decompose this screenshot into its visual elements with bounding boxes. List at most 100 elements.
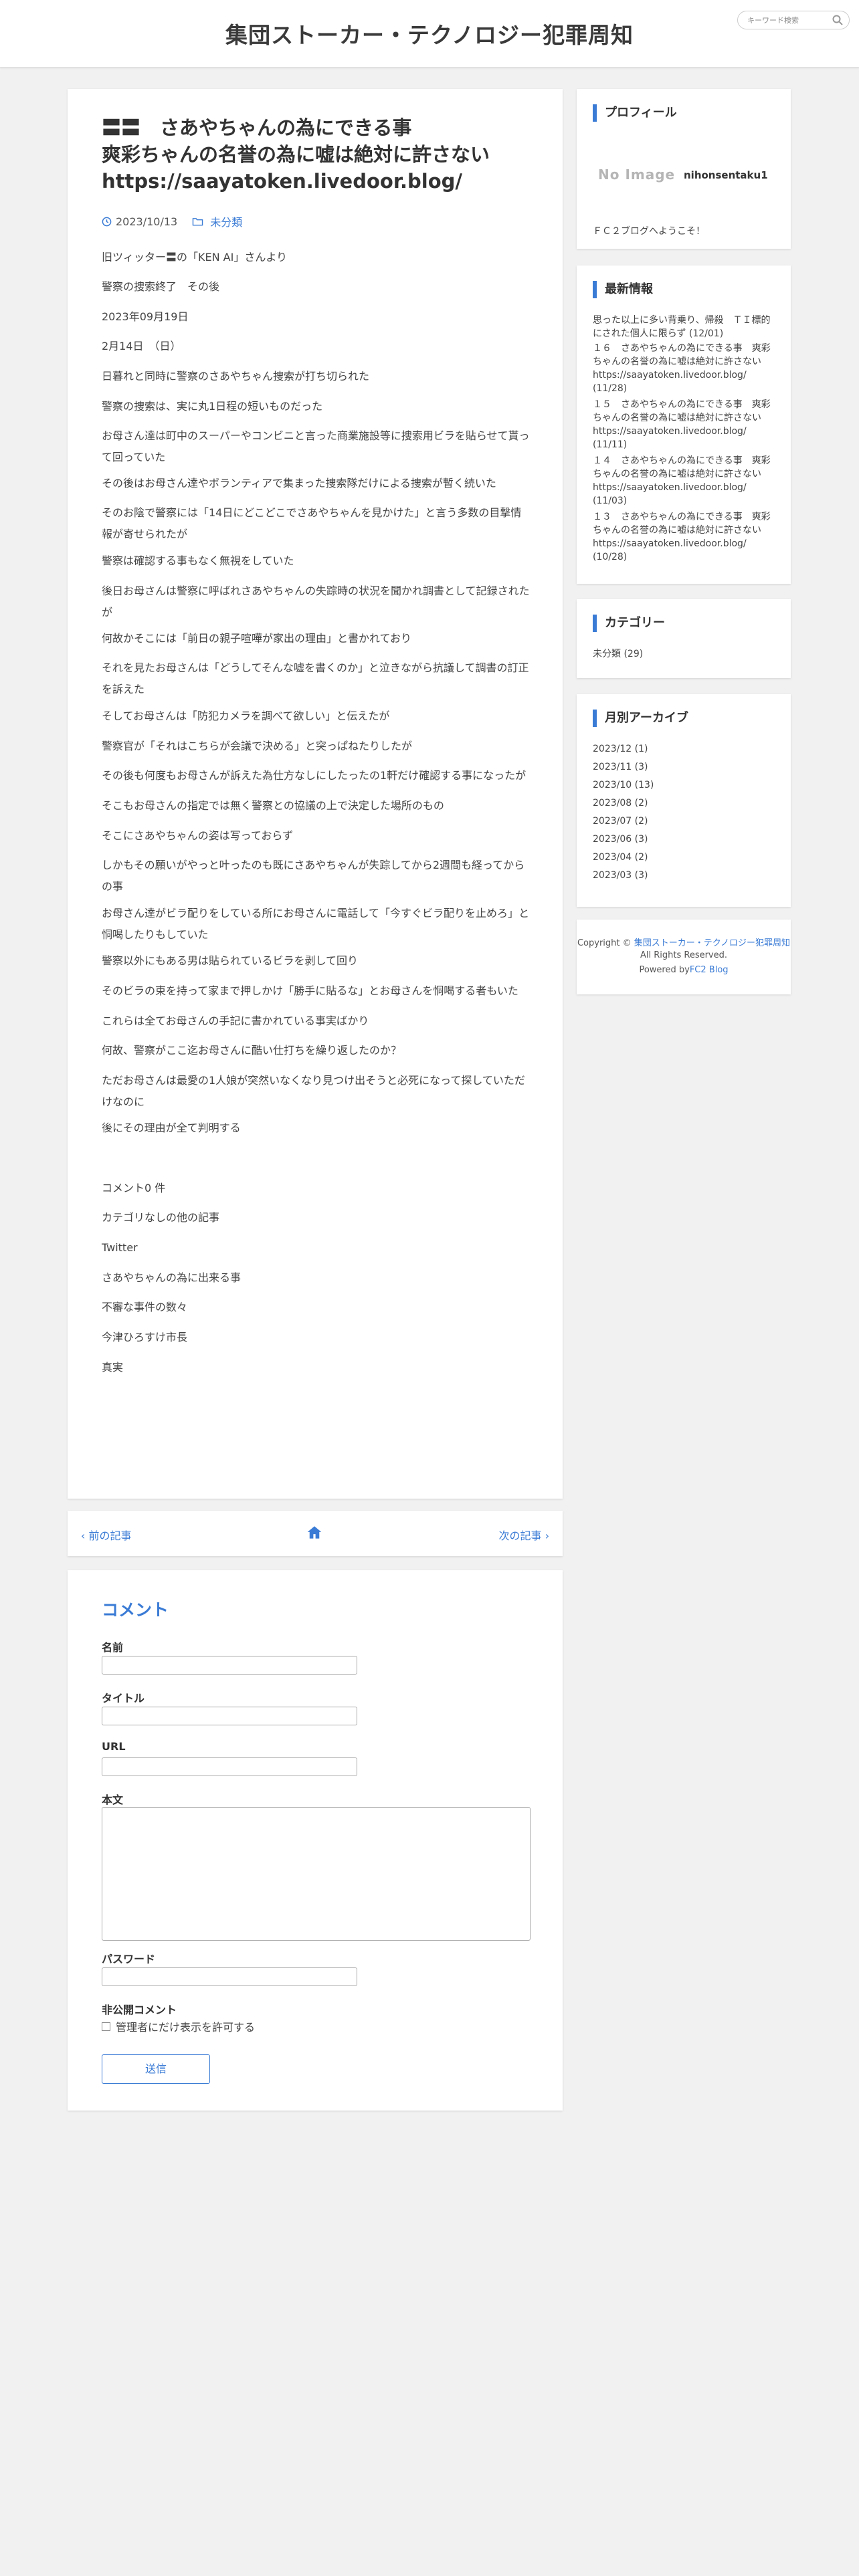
post-title-line: https://saayatoken.livedoor.blog/ [102,170,462,193]
latest-item[interactable]: １３ さあやちゃんの為にできる事 爽彩ちゃんの名誉の為に嘘は絶対に許さないhtt… [593,510,773,564]
secret-label: 非公開コメント [102,2004,177,2016]
article-card: 〓〓 さあやちゃんの為にできる事 爽彩ちゃんの名誉の為に嘘は絶対に許さない ht… [68,89,563,1499]
fc2-blog-link[interactable]: FC2 Blog [690,965,729,975]
clock-icon [102,217,112,226]
url-label: URL [102,1740,126,1753]
next-post-link[interactable]: 次の記事 › [498,1527,549,1543]
related-link[interactable]: 真実 [102,1357,530,1378]
category-item[interactable]: 未分類 (29) [593,647,773,661]
home-icon[interactable] [306,1524,323,1544]
related-link[interactable]: さあやちゃんの為に出来る事 [102,1267,530,1289]
archive-item[interactable]: 2023/04 (2) [593,851,773,864]
post-paragraph: それを見たお母さんは「どうしてそんな嘘を書くのか」と泣きながら抗議して調書の訂正… [102,661,529,695]
post-paragraph: お母さん達は町中のスーパーやコンビニと言った商業施設等に捜索用ビラを貼らせて貰っ… [102,429,530,463]
post-paragraph: 警察官が「それはこちらが会議で決める」と突っぱねたりしたが [102,740,413,752]
post-paragraph: 警察は確認する事もなく無視をしていた [102,554,294,567]
latest-item[interactable]: １６ さあやちゃんの為にできる事 爽彩ちゃんの名誉の為に嘘は絶対に許さないhtt… [593,342,773,395]
post-paragraph: 警察の捜索は、実に丸1日程の短いものだった [102,400,323,413]
post-paragraph: しかもその願いがやっと叶ったのも既にさあやちゃんが失踪してから2週間も経ってから… [102,859,525,893]
archive-item[interactable]: 2023/06 (3) [593,833,773,846]
post-paragraph: 何故、警察がここ迄お母さんに酷い仕打ちを繰り返したのか？ [102,1044,402,1057]
comment-form-card: コメント 名前 タイトル URL 本文 パスワード 非公開コメント 管理者にだけ… [68,1570,563,2111]
latest-item[interactable]: １４ さあやちゃんの為にできる事 爽彩ちゃんの名誉の為に嘘は絶対に許さないhtt… [593,454,773,508]
copyright-prefix: Copyright © [577,938,632,948]
name-input[interactable] [102,1656,357,1675]
search-box[interactable] [737,11,850,29]
archives-widget: 月別アーカイブ 2023/12 (1) 2023/11 (3) 2023/10 … [577,694,791,907]
avatar: No Image [598,167,676,183]
post-title-line: 〓〓 さあやちゃんの為にできる事 [102,116,412,139]
related-heading: カテゴリなしの他の記事 [102,1211,220,1224]
post-paragraph: 警察の捜索終了 その後 [102,280,220,293]
prev-post-label: 前の記事 [88,1529,132,1542]
site-title[interactable]: 集団ストーカー・テクノロジー犯罪周知 [0,17,859,49]
archive-item[interactable]: 2023/07 (2) [593,815,773,828]
rights-line: All Rights Reserved. [640,950,728,960]
subject-label: タイトル [102,1692,145,1705]
post-meta: 2023/10/13 未分類 [102,213,242,229]
archive-item[interactable]: 2023/08 (2) [593,796,773,810]
latest-posts-widget: 最新情報 思った以上に多い背乗り、帰殺 ＴＩ標的にされた個人に限らず (12/0… [577,265,791,584]
post-paragraph: お母さん達がビラ配りをしている所にお母さんに電話して「今すぐビラ配りを止めろ」と… [102,907,530,941]
post-paragraph: 警察以外にもある男は貼られているビラを剥して回り [102,954,359,967]
latest-title: 最新情報 [593,281,653,298]
name-label: 名前 [102,1641,124,1654]
subject-input[interactable] [102,1707,357,1725]
related-link[interactable]: Twitter [102,1237,530,1259]
post-category-link[interactable]: 未分類 [210,213,242,229]
post-paragraph: そしてお母さんは「防犯カメラを調べて欲しい」と伝えたが [102,710,390,722]
post-paragraph: ただお母さんは最愛の1人娘が突然いなくなり見つけ出そうと必死になって探していただ… [102,1074,525,1108]
profile-widget: プロフィール No Image nihonsentaku1 ＦＣ２ブログへようこ… [577,89,791,249]
post-title: 〓〓 さあやちゃんの為にできる事 爽彩ちゃんの名誉の為に嘘は絶対に許さない ht… [102,114,530,195]
post-paragraph: そのビラの束を持って家まで押しかけ「勝手に貼るな」とお母さんを恫喝する者もいた [102,984,518,997]
categories-widget: カテゴリー 未分類 (29) [577,599,791,678]
chevron-right-icon: › [545,1529,549,1542]
latest-item[interactable]: 思った以上に多い背乗り、帰殺 ＴＩ標的にされた個人に限らず (12/01) [593,314,773,340]
comment-form-title: コメント [102,1600,169,1620]
footer-widget: Copyright © 集団ストーカー・テクノロジー犯罪周知 All Right… [577,920,791,994]
prev-post-link[interactable]: ‹ 前の記事 [81,1527,132,1543]
archive-item[interactable]: 2023/11 (3) [593,760,773,774]
profile-description: ＦＣ２ブログへようこそ！ [593,226,705,237]
profile-title: プロフィール [593,104,677,122]
post-paragraph: 後日お母さんは警察に呼ばれさあやちゃんの失踪時の状況を聞かれ調書として記録された… [102,584,530,619]
post-paragraph: 2月14日 （日） [102,340,181,352]
comment-body-textarea[interactable] [102,1807,531,1941]
url-input[interactable] [102,1757,357,1776]
post-paragraph: そこにさあやちゃんの姿は写っておらず [102,829,294,842]
post-paragraph: そのお陰で警察には「14日にどこどこでさあやちゃんを見かけた」と言う多数の目撃情… [102,506,522,540]
search-input[interactable] [746,13,828,27]
copyright-site-link[interactable]: 集団ストーカー・テクノロジー犯罪周知 [634,938,790,948]
latest-item[interactable]: １５ さあやちゃんの為にできる事 爽彩ちゃんの名誉の為に嘘は絶対に許さないhtt… [593,398,773,451]
post-paragraph: その後はお母さん達やボランティアで集まった捜索隊だけによる捜索が暫く続いた [102,477,496,490]
post-date: 2023/10/13 [116,215,178,228]
post-navigation: ‹ 前の記事 次の記事 › [68,1511,563,1556]
powered-prefix: Powered by [639,965,690,975]
search-icon[interactable] [832,14,844,26]
archives-title: 月別アーカイブ [593,710,688,727]
post-paragraph: 日暮れと同時に警察のさあやちゃん捜索が打ち切られた [102,370,370,383]
post-paragraph: そこもお母さんの指定では無く警察との協議の上で決定した場所のもの [102,799,444,812]
password-input[interactable] [102,1967,357,1986]
post-paragraph: 2023年09月19日 [102,310,189,323]
archive-item[interactable]: 2023/10 (13) [593,778,773,792]
related-link[interactable]: 今津ひろすけ市長 [102,1327,530,1348]
archive-item[interactable]: 2023/12 (1) [593,742,773,756]
archive-item[interactable]: 2023/03 (3) [593,869,773,882]
folder-icon [192,217,203,225]
categories-title: カテゴリー [593,615,665,632]
chevron-left-icon: ‹ [81,1529,86,1542]
secret-checkbox-row[interactable]: 管理者にだけ表示を許可する [102,2018,255,2034]
post-paragraph: 何故かそこには「前日の親子喧嘩が家出の理由」と書かれており [102,632,412,645]
post-paragraph: これらは全てお母さんの手記に書かれている事実ばかり [102,1014,369,1027]
powered-line: Powered byFC2 Blog [577,965,791,975]
secret-checkbox[interactable] [102,2022,110,2031]
post-paragraph: その後も何度もお母さんが訴えた為仕方なしにしたったの1軒だけ確認する事になったが [102,769,527,782]
related-link[interactable]: 不審な事件の数々 [102,1297,530,1318]
post-paragraph: 後にその理由が全て判明する [102,1121,241,1134]
post-paragraph: 旧ツィッター〓の「KEN AI」さんより [102,251,288,263]
submit-button[interactable]: 送信 [102,2054,210,2084]
profile-name: nihonsentaku1 [684,169,768,181]
copyright-line: Copyright © 集団ストーカー・テクノロジー犯罪周知 [577,936,791,948]
body-label: 本文 [102,1794,124,1806]
